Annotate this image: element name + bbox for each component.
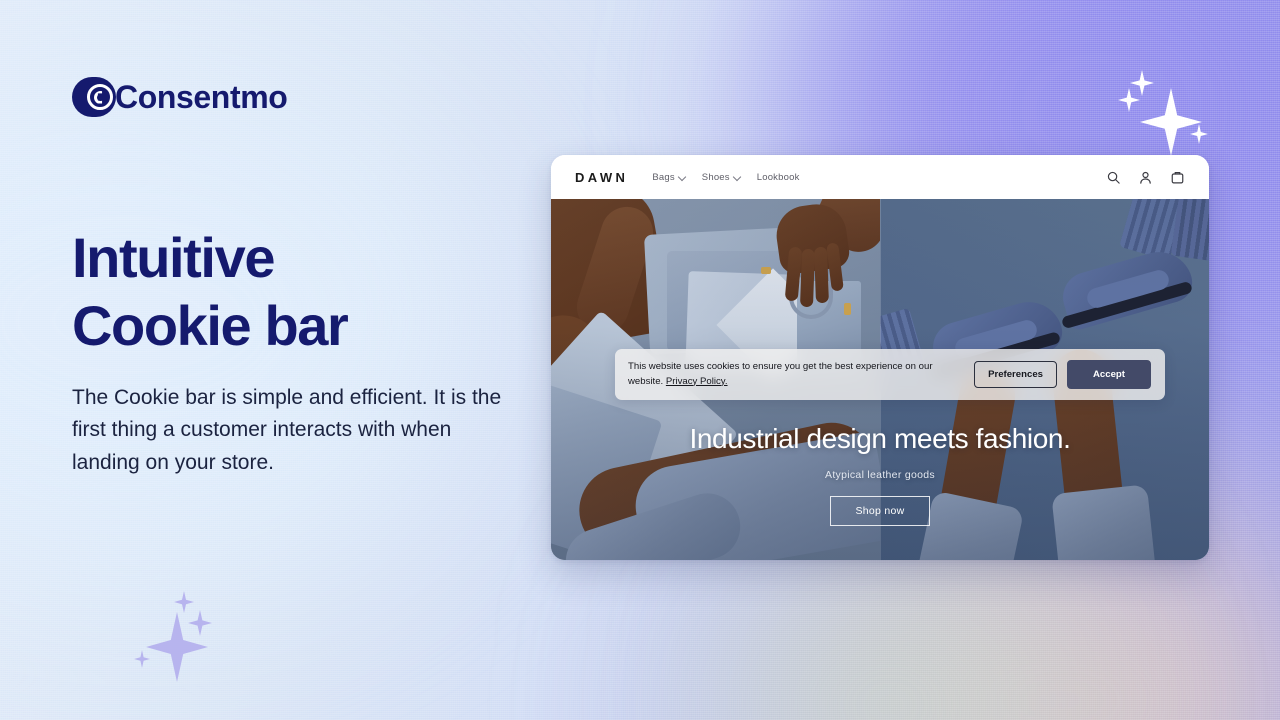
sparkle-icon-bottom-left (128, 591, 228, 682)
chevron-down-icon (734, 174, 740, 180)
hero-title: Industrial design meets fashion. (689, 423, 1071, 454)
headline-line-2: Cookie bar (72, 294, 349, 358)
store-nav: Bags Shoes Lookbook (652, 172, 799, 183)
copyright-c-icon (72, 77, 116, 117)
account-icon[interactable] (1138, 170, 1153, 185)
cookie-consent-bar: This website uses cookies to ensure you … (615, 349, 1165, 400)
logo-wordmark: Consentmo (115, 79, 288, 115)
headline-line-1: Intuitive (72, 226, 275, 289)
store-header-icons (1106, 170, 1185, 185)
nav-item-shoes[interactable]: Shoes (702, 172, 740, 183)
privacy-policy-link[interactable]: Privacy Policy. (666, 376, 728, 387)
hero-copy-block: Industrial design meets fashion. Atypica… (551, 423, 1209, 526)
shop-now-button[interactable]: Shop now (830, 496, 930, 526)
chevron-down-icon (679, 174, 685, 180)
store-header: DAWN Bags Shoes Lookbook (551, 155, 1209, 199)
accept-button[interactable]: Accept (1067, 360, 1151, 389)
search-icon[interactable] (1106, 170, 1121, 185)
sparkle-icon-top-right (1118, 68, 1218, 156)
nav-label: Shoes (701, 171, 730, 183)
nav-item-bags[interactable]: Bags (652, 172, 684, 183)
cart-icon[interactable] (1170, 170, 1185, 185)
store-logo: DAWN (575, 169, 629, 185)
page-description: The Cookie bar is simple and efficient. … (72, 386, 502, 474)
preferences-button[interactable]: Preferences (974, 361, 1057, 388)
nav-label: Bags (652, 171, 675, 183)
page-title: Intuitive Cookie bar (72, 224, 349, 361)
cookie-message: This website uses cookies to ensure you … (628, 360, 953, 388)
cookie-actions: Preferences Accept (974, 360, 1151, 389)
nav-item-lookbook[interactable]: Lookbook (757, 172, 800, 183)
consentmo-logo: Consentmo (72, 77, 288, 117)
nav-label: Lookbook (756, 171, 800, 183)
hero-subtitle: Atypical leather goods (825, 469, 935, 481)
